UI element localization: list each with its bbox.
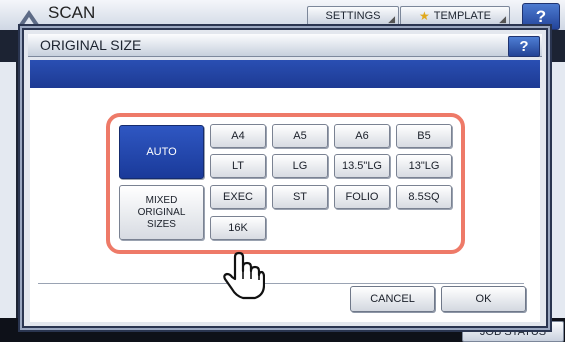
size-option-8-5-sq[interactable]: 8.5SQ xyxy=(396,185,452,209)
app-title: SCAN xyxy=(48,3,96,22)
template-button[interactable]: ★ TEMPLATE ◢ xyxy=(400,6,510,26)
size-option-exec[interactable]: EXEC xyxy=(210,185,266,209)
dialog-title: ORIGINAL SIZE xyxy=(40,37,142,53)
size-option-16k[interactable]: 16K xyxy=(210,216,266,240)
dialog-help-button[interactable]: ? xyxy=(508,36,540,57)
size-option-lg[interactable]: LG xyxy=(272,154,328,178)
star-icon: ★ xyxy=(418,9,430,23)
size-option-a4[interactable]: A4 xyxy=(210,124,266,148)
scan-logo-icon xyxy=(18,10,40,26)
size-option-b5[interactable]: B5 xyxy=(396,124,452,148)
size-option-a6[interactable]: A6 xyxy=(334,124,390,148)
size-option-13-5-lg[interactable]: 13.5"LG xyxy=(334,154,390,178)
chevron-icon: ◢ xyxy=(388,14,395,24)
settings-label: SETTINGS xyxy=(325,10,381,22)
size-option-st[interactable]: ST xyxy=(272,185,328,209)
size-option-13-lg[interactable]: 13"LG xyxy=(396,154,452,178)
size-option-folio[interactable]: FOLIO xyxy=(334,185,390,209)
size-option-auto[interactable]: AUTO xyxy=(119,125,204,179)
settings-button[interactable]: SETTINGS ◢ xyxy=(307,6,399,26)
size-option-a5[interactable]: A5 xyxy=(272,124,328,148)
chevron-icon: ◢ xyxy=(499,14,506,24)
size-option-mixed-original-sizes[interactable]: MIXED ORIGINAL SIZES xyxy=(119,185,204,240)
ok-button[interactable]: OK xyxy=(441,286,526,312)
cancel-button[interactable]: CANCEL xyxy=(350,286,435,312)
help-button[interactable]: ? xyxy=(522,3,560,30)
dialog-titlebar: ORIGINAL SIZE ? xyxy=(28,34,542,57)
hand-pointer-icon xyxy=(223,251,265,300)
background-panel-left xyxy=(0,62,16,318)
background-panel-right xyxy=(549,62,565,318)
dialog-divider xyxy=(38,283,524,284)
size-option-lt[interactable]: LT xyxy=(210,154,266,178)
dialog-header-band xyxy=(30,60,540,88)
template-label: TEMPLATE xyxy=(433,10,492,22)
